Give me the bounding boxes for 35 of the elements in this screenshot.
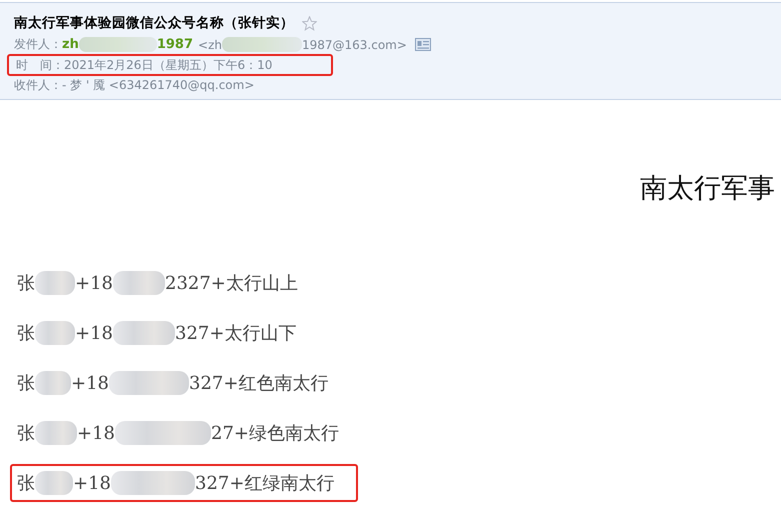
blurred-area (35, 321, 75, 345)
line-text: 张 (17, 372, 35, 395)
sender-label: 发件人： (14, 36, 62, 53)
star-icon[interactable] (302, 16, 317, 30)
line-text: 327+红色南太行 (189, 372, 328, 395)
line-text: +18 (77, 422, 115, 444)
blurred-area (113, 321, 175, 345)
line-text: 27+绿色南太行 (211, 422, 339, 445)
line-text: +18 (75, 322, 113, 344)
line-text: 张 (17, 272, 35, 295)
blurred-area (35, 471, 73, 495)
line-text: 327+太行山下 (175, 322, 296, 345)
line-text: +18 (73, 472, 111, 494)
sender-name: 1987 (156, 37, 194, 52)
sender-name: zh (62, 37, 79, 52)
blurred-area (35, 371, 71, 395)
line-text: 2327+太行山上 (165, 272, 298, 295)
blurred-area (35, 421, 77, 445)
email-subject: 南太行军事体验园微信公众号名称（张针实） (14, 14, 294, 32)
line-text: +18 (71, 372, 109, 394)
recipient-value: - 梦 ' 魇 <634261740@qq.com> (62, 77, 254, 94)
blurred-area (113, 271, 165, 295)
time-label: 时 间： (16, 56, 64, 74)
recipient-label: 收件人： (14, 77, 62, 94)
line-text: 张 (17, 472, 35, 495)
time-value: 2021年2月26日（星期五）下午6：10 (64, 56, 272, 74)
body-heading: 南太行军事 (640, 172, 775, 206)
line-text: 327+红绿南太行 (195, 472, 334, 495)
sender-address: <zh (198, 38, 222, 52)
line-text: +18 (75, 272, 113, 294)
blurred-area (35, 271, 75, 295)
sender-address: 1987@163.com> (302, 38, 407, 52)
contact-card-icon[interactable] (414, 38, 431, 51)
line-text: 张 (17, 322, 35, 345)
line-text: 张 (17, 422, 35, 445)
